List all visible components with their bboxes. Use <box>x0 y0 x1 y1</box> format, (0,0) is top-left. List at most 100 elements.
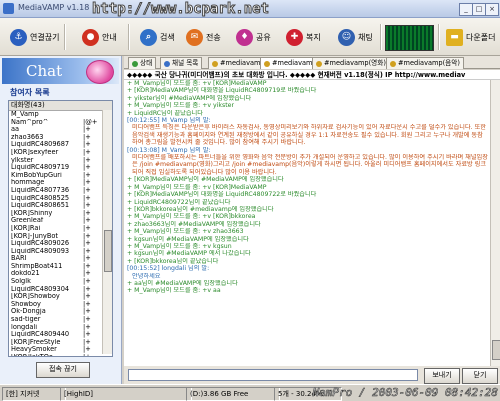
search-icon: ⌕ <box>140 28 157 46</box>
user-name: Solglk <box>11 278 31 286</box>
channel-notice: ◆◆◆◆◆ 국산 당나귀(미디어뱀프)의 초보 대화방 입니다. ◆◆◆◆◆ 현… <box>124 70 500 80</box>
user-list-scrollbar[interactable] <box>102 110 112 354</box>
user-status <box>83 111 103 119</box>
chat-line: + yikster님이 #MediaVAMP에 입장했습니다 <box>127 94 252 102</box>
user-status: |+ <box>83 209 91 217</box>
user-list-item[interactable]: [KOR]FreeStyle |+ <box>9 339 112 347</box>
user-list-item[interactable]: LiquidRC4809093 |+ <box>9 248 112 256</box>
chat-line: 미디어뱀프 특징은 다운받은후 바이러스 자동검사, 동영상미리보기와 하위자료… <box>132 124 486 147</box>
user-list-item[interactable]: BARI |+ <box>9 255 112 263</box>
user-list-item[interactable]: Solglk |+ <box>9 278 112 286</box>
user-list[interactable]: 대화명(43) M_Vamp Nam^pro^ |@+ aa |+ zhao3663 |+ L… <box>8 100 113 357</box>
minimize-button[interactable]: _ <box>459 3 473 16</box>
tab-mediavamp-movie[interactable]: #mediavamp(영화) <box>312 57 390 69</box>
user-status: |+ <box>83 240 91 248</box>
sidebar: Chat 참여자 목록 대화명(43) M_Vamp Nam^pro^ |@+ aa |… <box>0 56 122 384</box>
user-status: |@+ <box>83 118 98 126</box>
toolbar-divider <box>128 24 130 50</box>
welfare-icon: ✚ <box>286 28 303 46</box>
tab-mediavamp-music[interactable]: #mediavamp(음악) <box>386 57 464 69</box>
user-list-item[interactable]: Ok-Dongja |+ <box>9 308 112 316</box>
user-list-item[interactable]: HeavySmoker |+ <box>9 346 112 354</box>
channel-tab-icon <box>316 60 322 67</box>
user-list-item[interactable]: LiquidRC4808525 |+ <box>9 195 112 203</box>
maximize-button[interactable]: □ <box>472 3 486 16</box>
user-list-item[interactable]: LiquidRC4809440 |+ <box>9 331 112 339</box>
send-message-button[interactable]: 보내기 <box>424 368 460 384</box>
chat-line: [00:13:08] M_Vamp 님의 말: <box>127 146 211 154</box>
user-list-header[interactable]: 대화명(43) <box>9 101 112 111</box>
tab-label: 채널 목록 <box>172 59 199 67</box>
user-status: |+ <box>83 133 91 141</box>
guide-icon: ● <box>82 28 99 46</box>
chat-icon: ☺ <box>338 28 355 46</box>
chat-log[interactable]: + M_Vamp님이 모드를 줌: +v [KOR]MediaVAMP + [KO… <box>124 80 490 366</box>
download-folder-button[interactable]: ▬ 다운폴더 <box>442 24 499 50</box>
user-list-item[interactable]: [KOR]-JunyBot |+ <box>9 233 112 241</box>
disconnect-chat-button[interactable]: 접속 끊기 <box>36 362 90 378</box>
chat-line: + LiquidRC4809722님이 끝났습니다 <box>127 198 231 206</box>
user-list-item[interactable]: Nam^pro^ |@+ <box>9 119 112 127</box>
user-list-item[interactable]: [KOR]JakTOo...|+ <box>9 354 112 356</box>
chat-line: + M_Vamp님이 모드를 줌: +v yikster <box>127 102 234 110</box>
user-name: [KOR]Shinny <box>11 209 53 217</box>
user-list-item[interactable]: hommage |+ <box>9 179 112 187</box>
user-list-item[interactable]: sad-tiger |+ <box>9 316 112 324</box>
chat-button[interactable]: ☺ 채팅 <box>334 24 377 50</box>
user-list-item[interactable]: aa |+ <box>9 126 112 134</box>
welfare-label: 복지 <box>306 32 321 42</box>
user-rows: M_Vamp Nam^pro^ |@+ aa |+ zhao3663 |+ LiquidRC4… <box>9 111 112 356</box>
tab-channel-list[interactable]: 채널 목록 <box>160 57 203 69</box>
user-name: KimBobYupGuri <box>11 171 62 179</box>
user-list-item[interactable]: LiquidRC4809687 |+ <box>9 141 112 149</box>
scroll-thumb[interactable] <box>492 340 500 360</box>
user-list-item[interactable]: LiquidRC4809304 |+ <box>9 286 112 294</box>
scroll-thumb[interactable] <box>104 230 112 272</box>
user-list-item[interactable]: [KOR]Rai |+ <box>9 225 112 233</box>
user-name: zhao3663 <box>11 133 44 141</box>
user-list-item[interactable]: [KOR]Shinny |+ <box>9 210 112 218</box>
message-input[interactable] <box>128 369 418 381</box>
user-list-item[interactable]: dokdo21 |+ <box>9 270 112 278</box>
user-list-item[interactable]: KimBobYupGuri |+ <box>9 172 112 180</box>
close-chat-button[interactable]: 닫기 <box>462 368 498 384</box>
user-list-item[interactable]: LiquidRC4809719 |+ <box>9 164 112 172</box>
tab-status[interactable]: 상태 <box>128 57 157 69</box>
user-list-item[interactable]: ShrimpBoat411 |+ <box>9 263 112 271</box>
user-list-item[interactable]: LiquidRC4808651 |+ <box>9 202 112 210</box>
welfare-button[interactable]: ✚ 복지 <box>282 24 325 50</box>
user-name: [KOR]Showboy <box>11 293 60 301</box>
chat-line: + M_Vamp님이 모드를 줌: +v [KOR]bkkorea <box>127 213 256 221</box>
user-status: |+ <box>83 224 91 232</box>
user-status: |+ <box>83 270 91 278</box>
watermark-timestamp: NamPro / 2003-06-09 08:42:28 <box>312 386 498 400</box>
user-list-item[interactable]: LiquidRC4807736 |+ <box>9 187 112 195</box>
chat-scrollbar[interactable] <box>490 80 500 366</box>
user-list-item[interactable]: zhao3663 |+ <box>9 134 112 142</box>
user-list-item[interactable]: longdali |+ <box>9 324 112 332</box>
user-list-item[interactable]: Greenleaf |+ <box>9 217 112 225</box>
watermark-url: http://www.bcpark.net <box>91 1 270 18</box>
share-button[interactable]: ♦ 공유 <box>232 24 275 50</box>
disconnect-button[interactable]: ⚓ 연결끊기 <box>6 24 63 50</box>
guide-button[interactable]: ● 안내 <box>78 24 121 50</box>
user-list-item[interactable]: [KOR]Showboy |+ <box>9 293 112 301</box>
search-button[interactable]: ⌕ 검색 <box>136 24 179 50</box>
send-button[interactable]: ✉ 전송 <box>182 24 225 50</box>
user-list-item[interactable]: [KOR]sexyfeer |+ <box>9 149 112 157</box>
user-name: hommage <box>11 179 45 187</box>
close-window-button[interactable]: × <box>485 3 499 16</box>
chat-line: + M_Vamp님이 모드를 줌: +v kgsun <box>127 242 232 250</box>
user-list-item[interactable]: LiquidRC4809026 |+ <box>9 240 112 248</box>
user-name: [KOR]JakTOo... <box>9 354 83 356</box>
toolbar-divider <box>438 24 440 50</box>
user-list-item[interactable]: Showboy |+ <box>9 301 112 309</box>
user-name: sad-tiger <box>11 316 41 324</box>
user-name: Greenleaf <box>11 217 44 225</box>
user-list-item[interactable]: M_Vamp <box>9 111 112 119</box>
user-status: |+ <box>83 300 91 308</box>
chat-line: + M_Vamp님이 모드를 줌: +v aa <box>127 287 221 295</box>
user-list-item[interactable]: ylkster |+ <box>9 157 112 165</box>
chat-line: 안녕하세요 <box>132 272 161 280</box>
user-status: |+ <box>83 179 91 187</box>
